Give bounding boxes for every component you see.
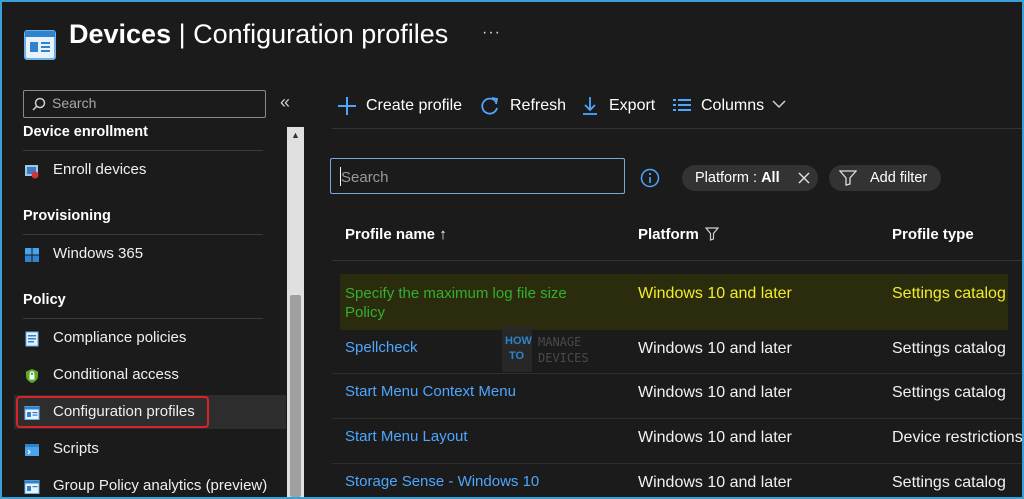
header-divider	[332, 260, 1022, 261]
search-input[interactable]: Search	[330, 158, 625, 194]
table-row[interactable]: Spellcheck Windows 10 and later Settings…	[332, 330, 1022, 374]
search-icon	[32, 97, 46, 111]
platform-cell: Windows 10 and later	[638, 384, 792, 401]
profile-type-cell: Settings catalog	[892, 474, 1006, 491]
table-row[interactable]: Start Menu Context Menu Windows 10 and l…	[332, 374, 1022, 419]
page-title: Devices | Configuration profiles	[69, 19, 449, 49]
platform-cell: Windows 10 and later	[638, 429, 792, 446]
sidebar-item-windows-365[interactable]: Windows 365	[14, 237, 286, 271]
sidebar-item-label: Configuration profiles	[53, 403, 195, 420]
sidebar-item-compliance-policies[interactable]: Compliance policies	[14, 321, 286, 355]
watermark-to: TO	[509, 350, 525, 362]
platform-cell: Windows 10 and later	[638, 285, 792, 302]
table-row[interactable]: Storage Sense - Windows 10 Windows 10 an…	[332, 464, 1022, 497]
column-header-profile-type[interactable]: Profile type	[892, 226, 974, 243]
more-options-button[interactable]: ···	[482, 24, 501, 42]
platform-cell: Windows 10 and later	[638, 340, 792, 357]
script-icon	[25, 444, 39, 456]
sidebar-item-label: Scripts	[53, 440, 99, 457]
collapse-sidebar-button[interactable]: «	[280, 92, 290, 113]
info-icon[interactable]	[640, 168, 660, 188]
platform-filter-pill[interactable]: Platform : All	[682, 165, 818, 191]
sidebar-item-conditional-access[interactable]: Conditional access	[14, 358, 286, 392]
create-profile-button[interactable]: Create profile	[337, 94, 467, 120]
sidebar-item-scripts[interactable]: Scripts	[14, 432, 286, 466]
profile-name-link[interactable]: Storage Sense - Windows 10	[345, 473, 539, 490]
sidebar-item-enroll-devices[interactable]: Enroll devices	[14, 153, 286, 187]
enroll-devices-icon	[25, 165, 39, 179]
scrollbar-thumb[interactable]	[290, 295, 301, 497]
columns-label: Columns	[701, 97, 765, 114]
profile-type-cell: Device restrictions	[892, 429, 1022, 446]
column-header-platform[interactable]: Platform	[638, 226, 719, 243]
column-header-platform-label: Platform	[638, 226, 699, 243]
sidebar-search-input[interactable]: Search	[23, 90, 266, 118]
sidebar-item-label: Enroll devices	[53, 161, 147, 178]
filter-icon	[839, 170, 857, 186]
refresh-label: Refresh	[510, 97, 567, 114]
platform-filter-label: Platform : All	[695, 170, 780, 186]
export-button[interactable]: Export	[580, 94, 660, 120]
table-row[interactable]: Start Menu Layout Windows 10 and later D…	[332, 419, 1022, 464]
config-profile-icon	[24, 406, 40, 420]
sidebar-item-group-policy-analytics[interactable]: Group Policy analytics (preview)	[14, 469, 286, 497]
scroll-up-arrow-icon[interactable]: ▲	[291, 130, 300, 140]
windows-icon	[25, 248, 39, 262]
shield-lock-icon	[26, 369, 38, 383]
sidebar-scrollbar[interactable]: ▲	[287, 127, 304, 497]
toolbar-divider	[332, 128, 1022, 129]
group-policy: Policy	[23, 292, 66, 308]
columns-button[interactable]: Columns	[672, 94, 792, 120]
create-profile-label: Create profile	[366, 97, 463, 114]
chevron-down-icon	[772, 100, 786, 109]
column-header-profile-name[interactable]: Profile name ↑	[345, 226, 447, 243]
group-provisioning: Provisioning	[23, 208, 111, 224]
sidebar-item-configuration-profiles[interactable]: Configuration profiles	[14, 395, 286, 429]
compliance-icon	[25, 331, 39, 347]
profile-name-line: Specify the maximum log file size	[345, 285, 567, 302]
sidebar-item-label: Windows 365	[53, 245, 144, 262]
sidebar-item-label: Group Policy analytics (preview)	[53, 477, 268, 494]
group-device-enrollment: Device enrollment	[23, 124, 148, 140]
close-icon[interactable]	[797, 171, 811, 185]
refresh-icon	[481, 97, 499, 115]
sidebar: Search « Device enrollment Enroll device…	[2, 82, 308, 497]
config-profile-icon	[24, 30, 56, 60]
watermark-how: HOW	[505, 335, 533, 347]
profile-name-link[interactable]: Start Menu Context Menu	[345, 383, 516, 400]
refresh-button[interactable]: Refresh	[480, 94, 570, 120]
profile-name-link[interactable]: Specify the maximum log file size Policy	[345, 284, 567, 322]
add-filter-label: Add filter	[870, 170, 928, 186]
profile-name-link[interactable]: Spellcheck	[345, 339, 418, 356]
search-placeholder: Search	[341, 169, 389, 186]
add-filter-button[interactable]: Add filter	[829, 165, 941, 191]
sidebar-item-label: Conditional access	[53, 366, 179, 383]
plus-icon	[338, 97, 356, 115]
sidebar-item-label: Compliance policies	[53, 329, 187, 346]
profile-type-cell: Settings catalog	[892, 340, 1006, 357]
filter-icon[interactable]	[705, 227, 719, 241]
watermark-devices: DEVICES	[538, 351, 589, 365]
watermark-manage: MANAGE	[538, 335, 581, 349]
group-policy-icon	[24, 480, 40, 494]
divider	[23, 150, 263, 151]
profile-name-line: Policy	[345, 304, 386, 321]
divider	[23, 234, 263, 235]
sidebar-search-placeholder: Search	[52, 95, 97, 111]
profile-type-cell: Settings catalog	[892, 285, 1006, 302]
profile-type-cell: Settings catalog	[892, 384, 1006, 401]
app-window: Devices | Configuration profiles ··· Sea…	[2, 2, 1022, 497]
table-row[interactable]: Specify the maximum log file size Policy…	[332, 268, 1022, 330]
columns-icon	[673, 99, 691, 111]
download-icon	[583, 97, 597, 115]
platform-cell: Windows 10 and later	[638, 474, 792, 491]
howto-manage-devices-watermark-logo: HOW TO MANAGE DEVICES	[502, 326, 589, 372]
divider	[23, 318, 263, 319]
profile-name-link[interactable]: Start Menu Layout	[345, 428, 468, 445]
export-label: Export	[609, 97, 656, 114]
